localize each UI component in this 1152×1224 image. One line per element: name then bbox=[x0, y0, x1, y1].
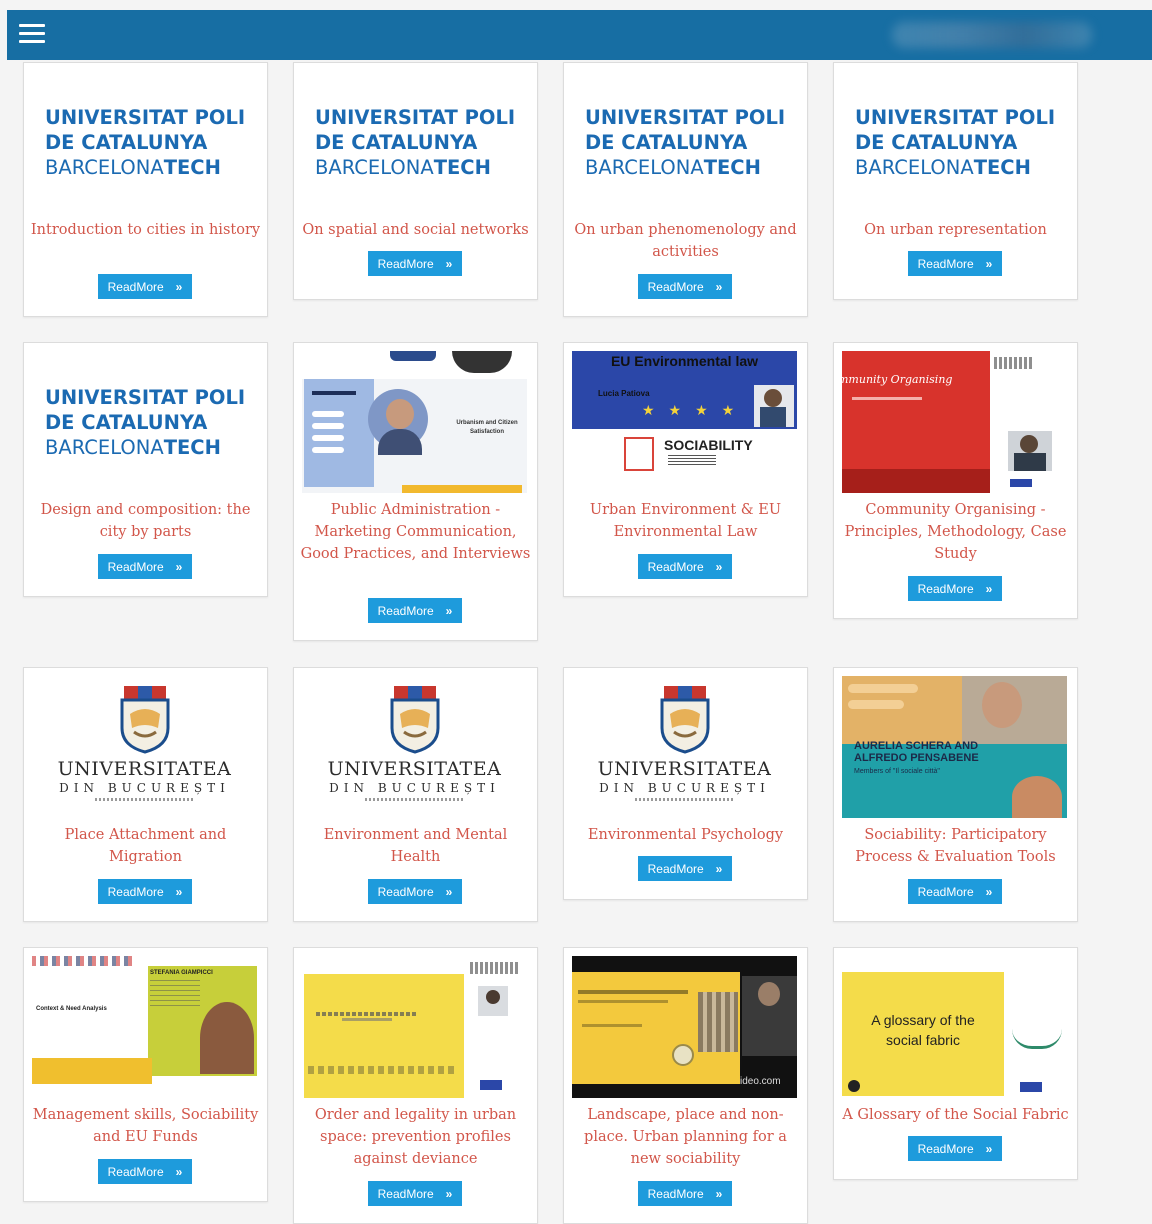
course-thumbnail[interactable]: UNIVERSITATEA DIN BUCUREȘTI bbox=[572, 676, 797, 818]
course-thumbnail[interactable]: A glossary of the social fabric bbox=[842, 956, 1067, 1098]
course-card: ideo.com Landscape, place and non-place.… bbox=[563, 947, 808, 1224]
upc-logo: UNIVERSITAT POLI DE CATALUNYA BARCELONATEC… bbox=[585, 106, 786, 179]
course-thumbnail[interactable]: UNIVERSITATEA DIN BUCUREȘTI bbox=[302, 676, 527, 818]
university-crest-icon bbox=[120, 686, 170, 754]
course-thumbnail[interactable]: UNIVERSITAT POLI DE CATALUNYA BARCELONATEC… bbox=[302, 71, 527, 213]
course-card: Order and legality in urban space: preve… bbox=[293, 947, 538, 1224]
course-title[interactable]: Sociability: Participatory Process & Eva… bbox=[838, 824, 1073, 868]
readmore-button[interactable]: ReadMore» bbox=[368, 879, 462, 904]
course-card: UNIVERSITATEA DIN BUCUREȘTI Environment … bbox=[293, 667, 538, 922]
chevron-right-icon: » bbox=[175, 884, 183, 899]
course-card: UNIVERSITAT POLI DE CATALUNYA BARCELONATEC… bbox=[293, 62, 538, 300]
course-title[interactable]: Urban Environment & EU Environmental Law bbox=[568, 499, 803, 543]
course-title[interactable]: Design and composition: the city by part… bbox=[28, 499, 263, 543]
course-title[interactable]: Community Organising - Principles, Metho… bbox=[838, 499, 1073, 565]
course-title[interactable]: On urban representation bbox=[838, 219, 1073, 241]
course-thumbnail[interactable]: UNIVERSITAT POLI DE CATALUNYA BARCELONATEC… bbox=[572, 71, 797, 213]
course-title[interactable]: On spatial and social networks bbox=[298, 219, 533, 241]
readmore-button[interactable]: ReadMore» bbox=[638, 554, 732, 579]
course-title[interactable]: Environmental Psychology bbox=[568, 824, 803, 846]
course-card: A glossary of the social fabric A Glossa… bbox=[833, 947, 1078, 1180]
readmore-button[interactable]: ReadMore» bbox=[638, 274, 732, 299]
readmore-button[interactable]: ReadMore» bbox=[98, 879, 192, 904]
course-title[interactable]: Place Attachment and Migration bbox=[28, 824, 263, 868]
course-thumbnail[interactable]: AURELIA SCHERA AND ALFREDO PENSABENE Mem… bbox=[842, 676, 1067, 818]
course-grid: UNIVERSITAT POLI DE CATALUNYA BARCELONATEC… bbox=[0, 0, 1152, 1224]
course-card: UNIVERSITAT POLI DE CATALUNYA BARCELONATEC… bbox=[833, 62, 1078, 300]
chevron-right-icon: » bbox=[715, 279, 723, 294]
upc-logo: UNIVERSITAT POLI DE CATALUNYA BARCELONATEC… bbox=[855, 106, 1056, 179]
upc-logo: UNIVERSITAT POLI DE CATALUNYA BARCELONATEC… bbox=[45, 106, 246, 179]
chevron-right-icon: » bbox=[175, 559, 183, 574]
chevron-right-icon: » bbox=[985, 1141, 993, 1156]
course-card: UNIVERSITAT POLI DE CATALUNYA BARCELONATEC… bbox=[23, 342, 268, 597]
readmore-button[interactable]: ReadMore» bbox=[98, 274, 192, 299]
unibuc-logo-text: UNIVERSITATEA DIN BUCUREȘTI bbox=[302, 758, 527, 801]
upc-logo: UNIVERSITAT POLI DE CATALUNYA BARCELONATEC… bbox=[45, 386, 246, 459]
course-thumbnail[interactable] bbox=[302, 956, 527, 1098]
course-card: UNIVERSITAT POLI DE CATALUNYA BARCELONATEC… bbox=[563, 62, 808, 317]
chevron-right-icon: » bbox=[175, 279, 183, 294]
course-thumbnail[interactable]: UNIVERSITAT POLI DE CATALUNYA BARCELONATEC… bbox=[842, 71, 1067, 213]
readmore-button[interactable]: ReadMore» bbox=[908, 576, 1002, 601]
course-thumbnail[interactable]: Context & Need Analysis STEFANIA GIAMPIC… bbox=[32, 956, 257, 1098]
course-title[interactable]: A Glossary of the Social Fabric bbox=[838, 1104, 1073, 1126]
readmore-button[interactable]: ReadMore» bbox=[368, 598, 462, 623]
readmore-button[interactable]: ReadMore» bbox=[908, 1136, 1002, 1161]
course-title[interactable]: On urban phenomenology and activities bbox=[568, 219, 803, 263]
upc-logo: UNIVERSITAT POLI DE CATALUNYA BARCELONATEC… bbox=[315, 106, 516, 179]
course-title[interactable]: Order and legality in urban space: preve… bbox=[298, 1104, 533, 1170]
course-card: UNIVERSITATEA DIN BUCUREȘTI Place Attach… bbox=[23, 667, 268, 922]
course-card: Context & Need Analysis STEFANIA GIAMPIC… bbox=[23, 947, 268, 1202]
chevron-right-icon: » bbox=[445, 1186, 453, 1201]
course-title[interactable]: Introduction to cities in history bbox=[28, 219, 263, 241]
course-title[interactable]: Environment and Mental Health bbox=[298, 824, 533, 868]
readmore-button[interactable]: ReadMore» bbox=[908, 251, 1002, 276]
course-title[interactable]: Management skills, Sociability and EU Fu… bbox=[28, 1104, 263, 1148]
readmore-button[interactable]: ReadMore» bbox=[98, 1159, 192, 1184]
course-thumbnail[interactable]: EU Environmental law Lucia Patiova ★★★★ … bbox=[572, 351, 797, 493]
readmore-button[interactable]: ReadMore» bbox=[368, 251, 462, 276]
university-crest-icon bbox=[390, 686, 440, 754]
chevron-right-icon: » bbox=[715, 559, 723, 574]
readmore-button[interactable]: ReadMore» bbox=[638, 1181, 732, 1206]
course-thumbnail[interactable]: UNIVERSITATEA DIN BUCUREȘTI bbox=[32, 676, 257, 818]
course-card: AURELIA SCHERA AND ALFREDO PENSABENE Mem… bbox=[833, 667, 1078, 922]
readmore-button[interactable]: ReadMore» bbox=[638, 856, 732, 881]
chevron-right-icon: » bbox=[985, 884, 993, 899]
course-card: EU Environmental law Lucia Patiova ★★★★ … bbox=[563, 342, 808, 597]
course-card: UNIVERSITAT POLI DE CATALUNYA BARCELONATEC… bbox=[23, 62, 268, 317]
readmore-button[interactable]: ReadMore» bbox=[368, 1181, 462, 1206]
chevron-right-icon: » bbox=[175, 1164, 183, 1179]
unibuc-logo-text: UNIVERSITATEA DIN BUCUREȘTI bbox=[32, 758, 257, 801]
university-crest-icon bbox=[660, 686, 710, 754]
course-thumbnail[interactable]: UNIVERSITAT POLI DE CATALUNYA BARCELONATEC… bbox=[32, 351, 257, 493]
course-card: UNIVERSITATEA DIN BUCUREȘTI Environmenta… bbox=[563, 667, 808, 900]
readmore-button[interactable]: ReadMore» bbox=[908, 879, 1002, 904]
course-thumbnail[interactable]: ideo.com bbox=[572, 956, 797, 1098]
chevron-right-icon: » bbox=[715, 1186, 723, 1201]
unibuc-logo-text: UNIVERSITATEA DIN BUCUREȘTI bbox=[572, 758, 797, 801]
chevron-right-icon: » bbox=[985, 581, 993, 596]
chevron-right-icon: » bbox=[985, 256, 993, 271]
readmore-button[interactable]: ReadMore» bbox=[98, 554, 192, 579]
course-title[interactable]: Landscape, place and non-place. Urban pl… bbox=[568, 1104, 803, 1170]
chevron-right-icon: » bbox=[715, 861, 723, 876]
chevron-right-icon: » bbox=[445, 256, 453, 271]
course-thumbnail[interactable]: UNIVERSITAT POLI DE CATALUNYA BARCELONATEC… bbox=[32, 71, 257, 213]
course-thumbnail[interactable]: Urbanism and Citizen Satisfaction bbox=[302, 351, 527, 493]
chevron-right-icon: » bbox=[445, 884, 453, 899]
course-thumbnail[interactable]: mmunity Organising bbox=[842, 351, 1067, 493]
course-card: Urbanism and Citizen Satisfaction Public … bbox=[293, 342, 538, 641]
course-card: mmunity Organising Community Organising … bbox=[833, 342, 1078, 619]
chevron-right-icon: » bbox=[445, 603, 453, 618]
course-title[interactable]: Public Administration - Marketing Commun… bbox=[298, 499, 533, 565]
